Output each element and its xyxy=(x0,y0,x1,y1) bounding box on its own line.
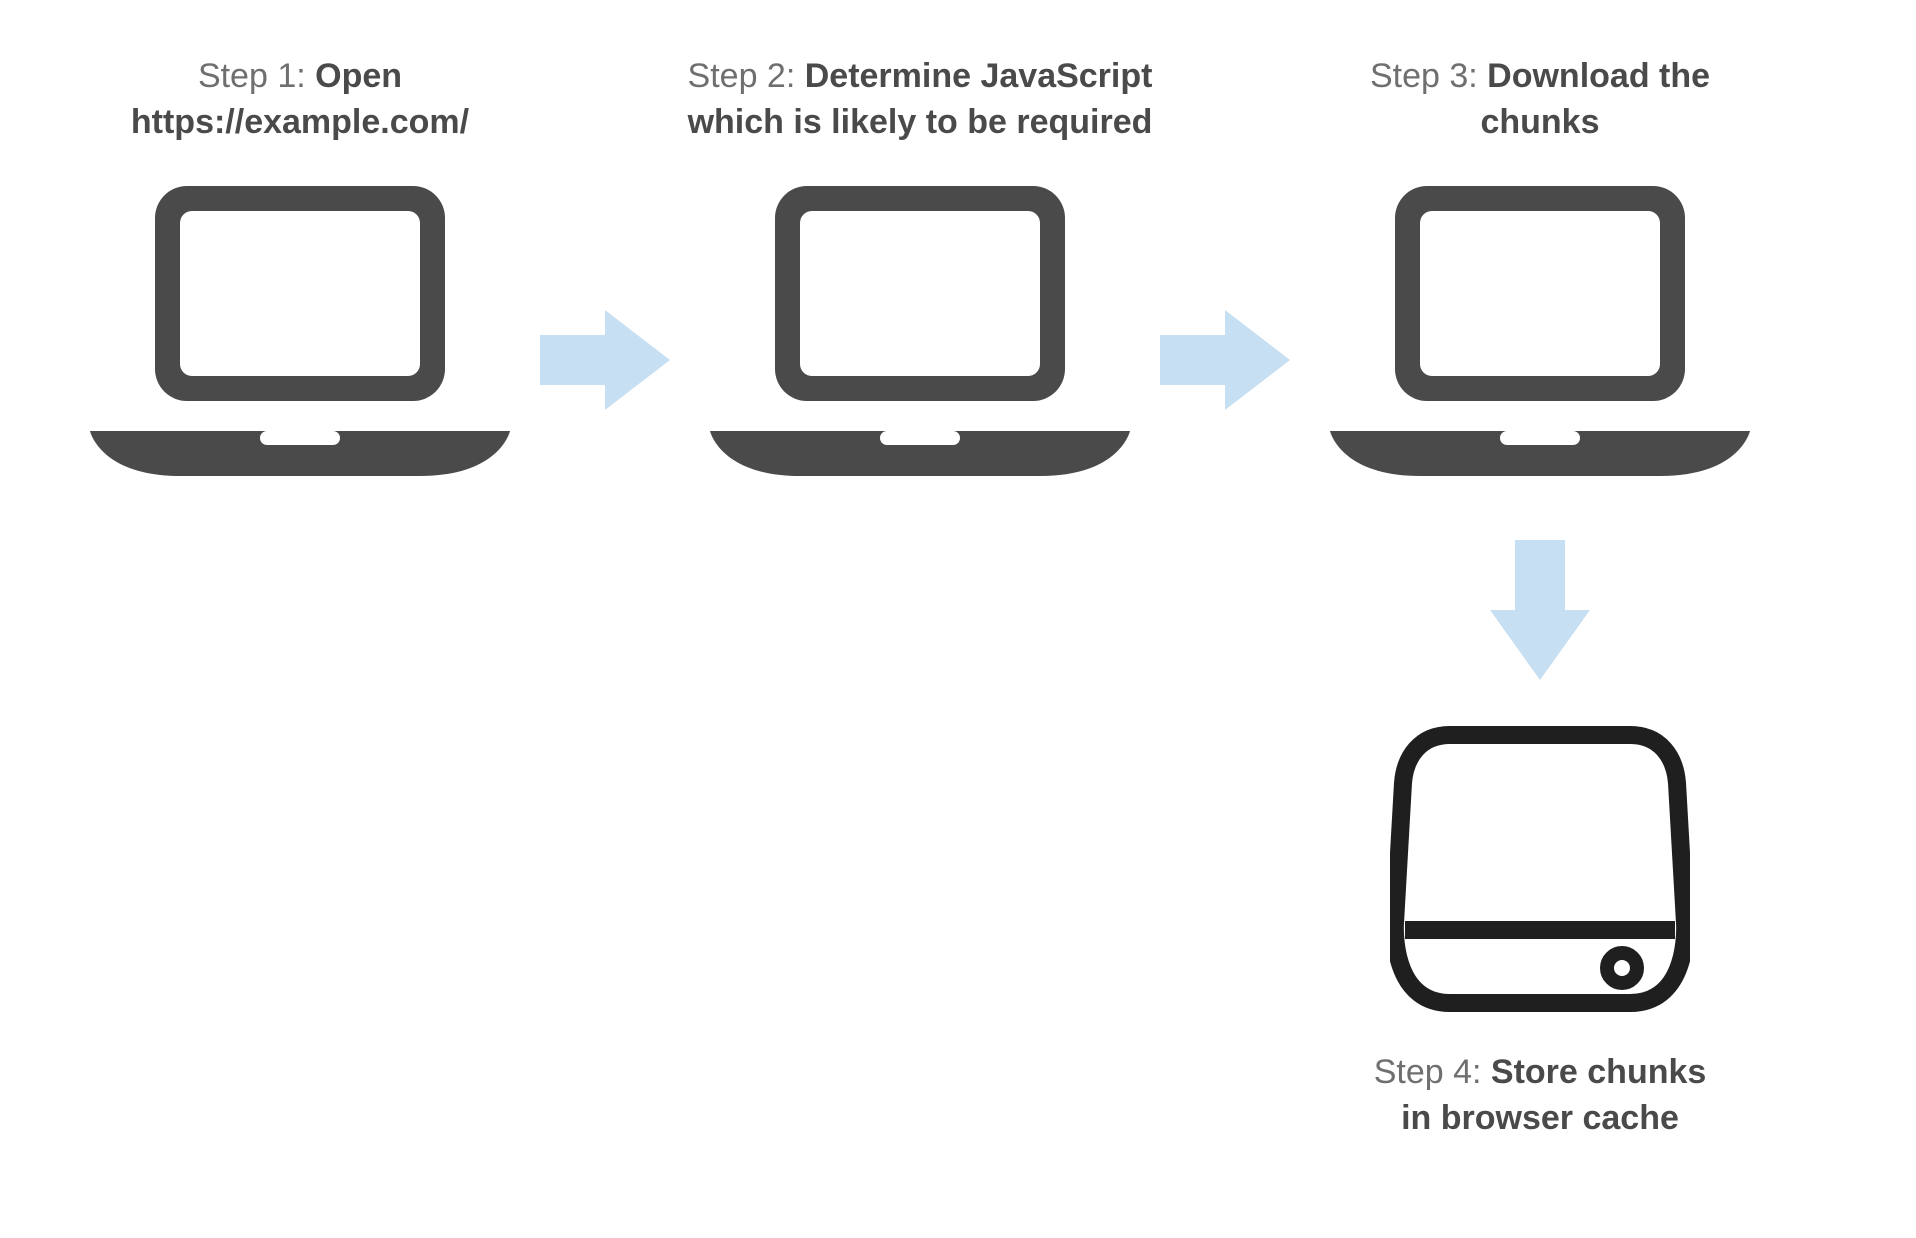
laptop-icon xyxy=(1300,176,1780,506)
step-1-caption: Step 1: Open https://example.com/ xyxy=(60,54,540,146)
step-1-prefix: Step 1: xyxy=(198,57,315,95)
step-1: Step 1: Open https://example.com/ xyxy=(60,54,540,506)
step-4-title-line2: in browser cache xyxy=(1401,1099,1679,1137)
step-4: Step 4: Store chunks in browser cache xyxy=(1300,720,1780,1142)
disk-icon xyxy=(1390,720,1690,1030)
laptop-icon xyxy=(60,176,540,506)
step-2-caption: Step 2: Determine JavaScript which is li… xyxy=(680,54,1160,146)
step-4-prefix: Step 4: xyxy=(1374,1053,1491,1091)
step-4-title-line1: Store chunks xyxy=(1491,1053,1706,1091)
step-2-title-line1: Determine JavaScript xyxy=(805,57,1153,95)
arrow-down-icon xyxy=(1480,540,1600,690)
arrow-right-2-icon xyxy=(1160,300,1300,420)
diagram-canvas: Step 1: Open https://example.com/ Step 2… xyxy=(0,0,1916,1238)
step-3: Step 3: Download the chunks xyxy=(1300,54,1780,506)
step-1-title-line2: https://example.com/ xyxy=(131,103,469,141)
step-3-caption: Step 3: Download the chunks xyxy=(1300,54,1780,146)
step-1-title-line1: Open xyxy=(315,57,402,95)
step-2-prefix: Step 2: xyxy=(688,57,805,95)
step-3-title-line2: chunks xyxy=(1480,103,1599,141)
step-3-prefix: Step 3: xyxy=(1370,57,1487,95)
step-3-title-line1: Download the xyxy=(1487,57,1710,95)
step-4-caption: Step 4: Store chunks in browser cache xyxy=(1300,1050,1780,1142)
arrow-right-1-icon xyxy=(540,300,680,420)
step-2: Step 2: Determine JavaScript which is li… xyxy=(680,54,1160,506)
step-2-title-line2: which is likely to be required xyxy=(688,103,1153,141)
laptop-icon xyxy=(680,176,1160,506)
